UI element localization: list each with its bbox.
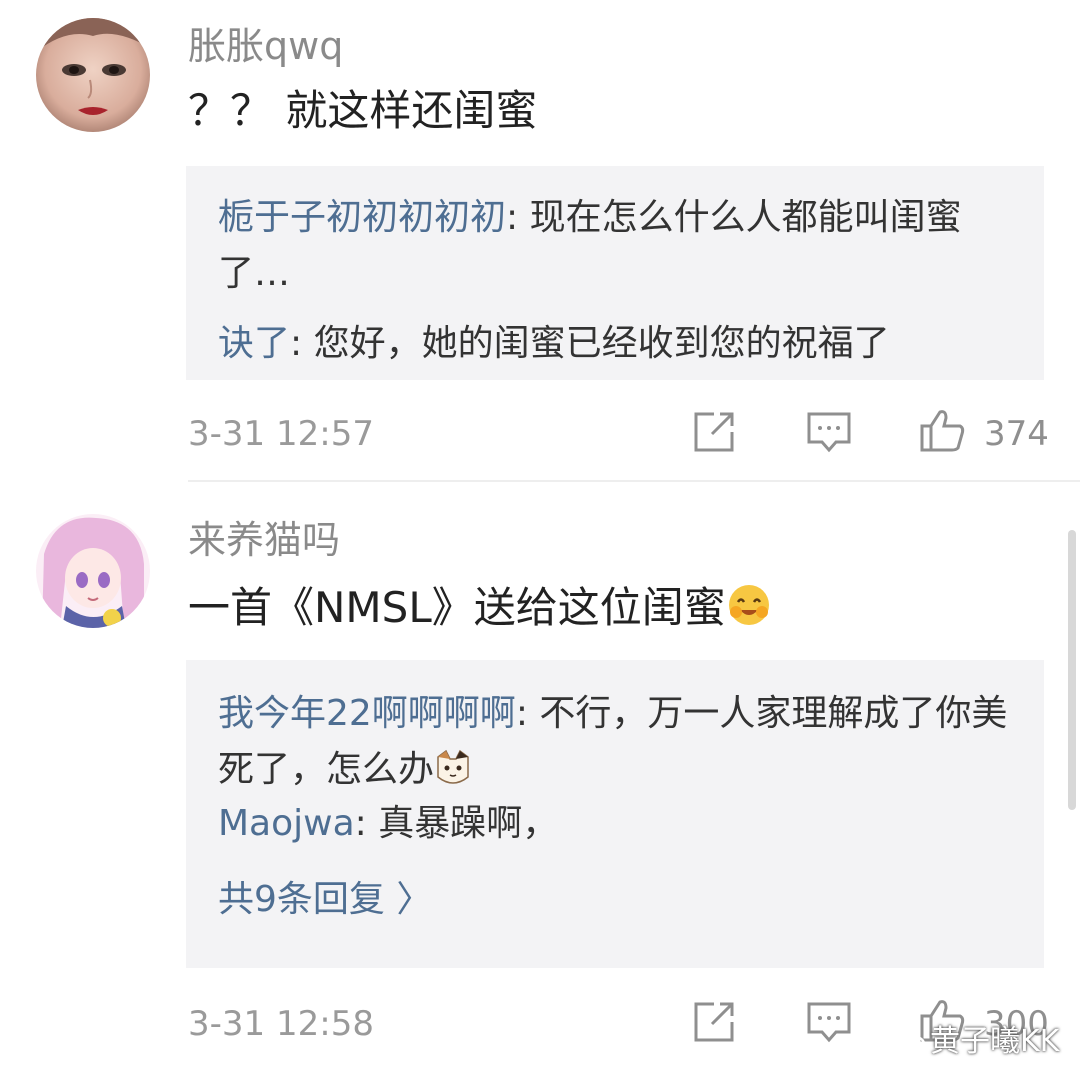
reply-item[interactable]: 我今年22啊啊啊啊: 不行，万一人家理解成了你美死了，怎么办 <box>218 686 1018 798</box>
comment-item: 来养猫吗 一首《NMSL》送给这位闺蜜 我今年22啊啊啊啊: 不行，万一人家理解… <box>0 482 1080 1087</box>
timestamp: 3-31 12:57 <box>188 414 374 454</box>
reply-item[interactable]: Maojwa: 真暴躁啊， <box>218 796 1018 852</box>
reply-box[interactable]: 栀于子初初初初初: 现在怎么什么人都能叫闺蜜了… 诀了: 您好，她的闺蜜已经收到… <box>186 166 1044 380</box>
comment-text-body: 一首《NMSL》送给这位闺蜜 <box>188 583 726 632</box>
avatar[interactable] <box>36 18 150 132</box>
reply-username[interactable]: 栀于子初初初初初 <box>218 197 506 238</box>
reply-username[interactable]: 诀了 <box>218 323 290 364</box>
view-more-replies-link[interactable]: 共9条回复 〉 <box>218 878 432 922</box>
timestamp: 3-31 12:58 <box>188 1004 374 1044</box>
share-icon[interactable] <box>692 410 736 454</box>
reply-text: 您好，她的闺蜜已经收到您的祝福了 <box>313 323 890 364</box>
reply-separator: : <box>354 803 379 844</box>
comment-icon[interactable] <box>806 410 852 454</box>
comment-text: 一首《NMSL》送给这位闺蜜 <box>188 582 772 633</box>
happy-face-emoji <box>728 585 769 625</box>
reply-box[interactable]: 我今年22啊啊啊啊: 不行，万一人家理解成了你美死了，怎么办 Maojwa: 真… <box>186 660 1044 968</box>
reply-item[interactable]: 诀了: 您好，她的闺蜜已经收到您的祝福了 <box>218 316 1018 372</box>
watermark: 黄子曦KK <box>930 1024 1060 1059</box>
avatar[interactable] <box>36 514 150 628</box>
username[interactable]: 来养猫吗 <box>188 518 340 562</box>
comment-item: 胀胀qwq ？？ 就这样还闺蜜 栀于子初初初初初: 现在怎么什么人都能叫闺蜜了…… <box>0 0 1080 480</box>
username[interactable]: 胀胀qwq <box>188 24 343 68</box>
reply-separator: : <box>290 323 314 364</box>
reply-separator: : <box>515 693 540 734</box>
like-icon[interactable] <box>918 406 966 454</box>
scrollbar[interactable] <box>1068 530 1076 810</box>
comment-text: ？？ 就这样还闺蜜 <box>188 86 538 135</box>
like-count: 374 <box>984 414 1049 454</box>
wechat-icon <box>895 1028 925 1053</box>
reply-separator: : <box>506 197 530 238</box>
reply-username[interactable]: Maojwa <box>218 803 355 844</box>
comment-feed: 胀胀qwq ？？ 就这样还闺蜜 栀于子初初初初初: 现在怎么什么人都能叫闺蜜了…… <box>0 0 1080 1087</box>
reply-username[interactable]: 我今年22啊啊啊啊 <box>218 693 516 734</box>
comment-icon[interactable] <box>806 1000 852 1044</box>
share-icon[interactable] <box>692 1000 736 1044</box>
reply-item[interactable]: 栀于子初初初初初: 现在怎么什么人都能叫闺蜜了… <box>218 190 1018 302</box>
reply-text: 真暴躁啊， <box>378 803 559 844</box>
cat-face-emoji <box>437 749 469 784</box>
